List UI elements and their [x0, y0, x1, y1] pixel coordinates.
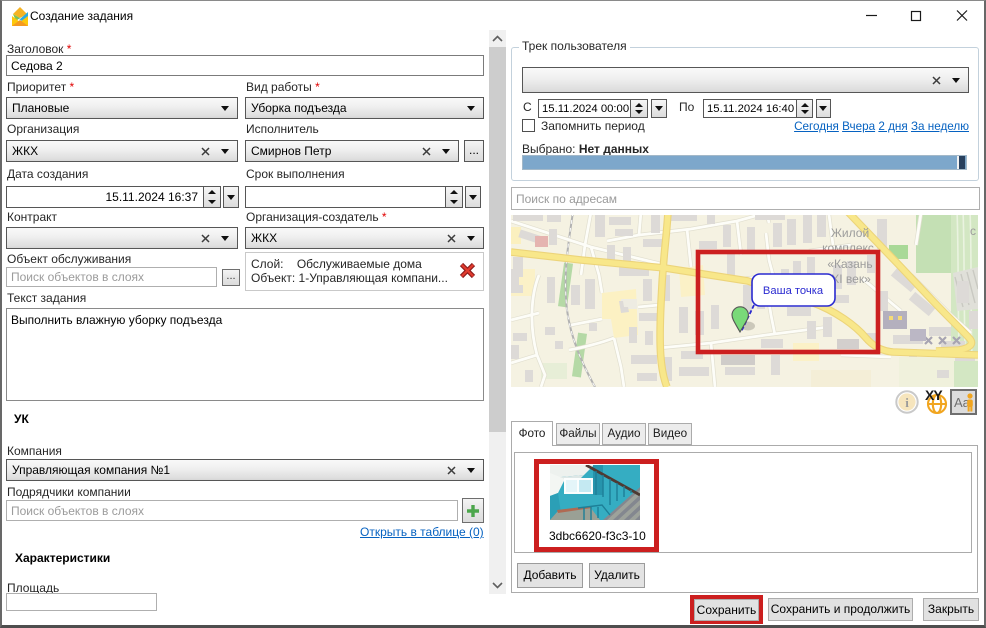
svg-text:Ваша точка: Ваша точка: [763, 285, 824, 297]
svg-text:с: с: [970, 224, 976, 238]
svg-text:«Казань: «Казань: [827, 257, 872, 271]
svg-text:i: i: [905, 395, 909, 410]
svg-text:XY: XY: [925, 388, 943, 403]
svg-text:Жилой: Жилой: [831, 226, 869, 240]
